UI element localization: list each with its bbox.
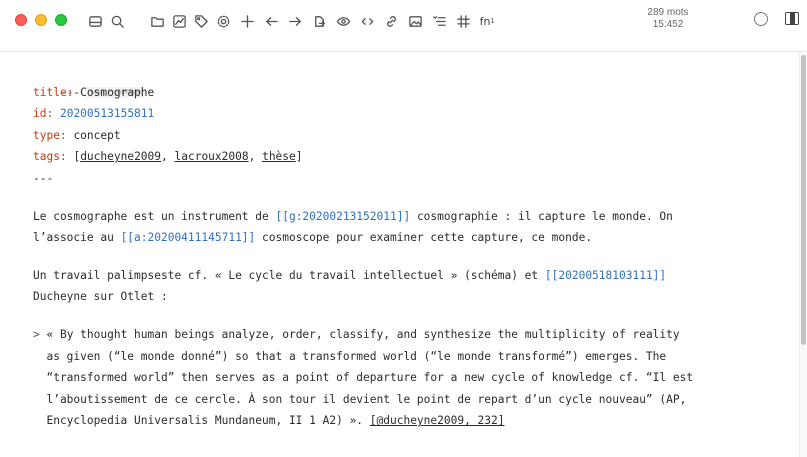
toolbar: fn 1 289 mots 15:452 — [0, 0, 807, 52]
export-icon[interactable] — [310, 12, 328, 30]
wiki-link[interactable]: [[a:20200411145711]] — [121, 231, 256, 244]
blockquote-line: l’aboutissement de ce cercle. À son tour… — [33, 392, 687, 406]
citation-link[interactable]: [@ducheyne2009, 232] — [370, 414, 505, 427]
paragraph-line: Un travail palimpseste cf. « Le cycle du… — [33, 268, 667, 282]
scrollbar-thumb[interactable] — [801, 55, 806, 345]
markdown-editor[interactable]: --- YAML Frontmatter title: Cosmographe i… — [0, 53, 798, 457]
vertical-scrollbar[interactable] — [799, 53, 807, 457]
document-stats: 289 mots 15:452 — [638, 7, 698, 31]
tag-link[interactable]: ducheyne2009 — [80, 150, 161, 163]
blockquote-line: Encyclopedia Universalis Mundaneum, II 1… — [33, 414, 505, 428]
window-controls — [15, 14, 67, 26]
link-icon[interactable] — [382, 12, 400, 30]
paragraph-line: Ducheyne sur Otlet : — [33, 290, 168, 304]
focus-mode-icon[interactable] — [754, 12, 768, 26]
drive-icon[interactable] — [86, 12, 104, 30]
frontmatter-type: type: concept — [33, 128, 121, 142]
paragraph-line: l’associe au [[a:20200411145711]] cosmos… — [33, 231, 593, 245]
table-icon[interactable] — [454, 12, 472, 30]
zoom-window-button[interactable] — [55, 14, 67, 26]
wiki-link[interactable]: [[g:20200213152011]] — [275, 210, 410, 223]
footnote-label: fn — [479, 14, 491, 28]
sidebar-toggle-icon[interactable] — [785, 12, 799, 25]
close-window-button[interactable] — [15, 14, 27, 26]
paragraph-line: Le cosmographe est un instrument de [[g:… — [33, 209, 673, 223]
frontmatter-id: id: 20200513155811 — [33, 107, 155, 121]
list-icon[interactable] — [430, 12, 448, 30]
search-icon[interactable] — [108, 12, 126, 30]
tag-link[interactable]: lacroux2008 — [175, 150, 249, 163]
frontmatter-title: title: Cosmographe — [33, 85, 155, 99]
blockquote-line: “transformed world” then serves as a poi… — [33, 371, 694, 385]
tag-icon[interactable] — [192, 12, 210, 30]
cursor-position: 15:452 — [652, 19, 684, 30]
blockquote-line: > « By thought human beings analyze, ord… — [33, 327, 680, 341]
image-icon[interactable] — [406, 12, 424, 30]
graph-icon[interactable] — [170, 12, 188, 30]
gear-icon[interactable] — [214, 12, 232, 30]
arrow-left-icon[interactable] — [262, 12, 280, 30]
minimize-window-button[interactable] — [35, 14, 47, 26]
arrow-right-icon[interactable] — [286, 12, 304, 30]
blockquote-line: as given (“le monde donné”) so that a tr… — [33, 349, 667, 363]
blockquote-marker: > — [33, 327, 40, 341]
wiki-link[interactable]: [[20200518103111]] — [545, 269, 666, 282]
frontmatter-tags: tags: [ducheyne2009, lacroux2008, thèse] — [33, 150, 303, 164]
footnote-icon[interactable]: fn 1 — [478, 12, 496, 30]
frontmatter-end: --- — [33, 171, 54, 185]
folder-icon[interactable] — [148, 12, 166, 30]
frontmatter-start: --- YAML Frontmatter — [33, 60, 798, 99]
plus-icon[interactable] — [238, 12, 256, 30]
word-count: 289 mots — [647, 7, 689, 18]
tag-link[interactable]: thèse — [262, 150, 296, 163]
code-icon[interactable] — [358, 12, 376, 30]
eye-icon[interactable] — [334, 12, 352, 30]
